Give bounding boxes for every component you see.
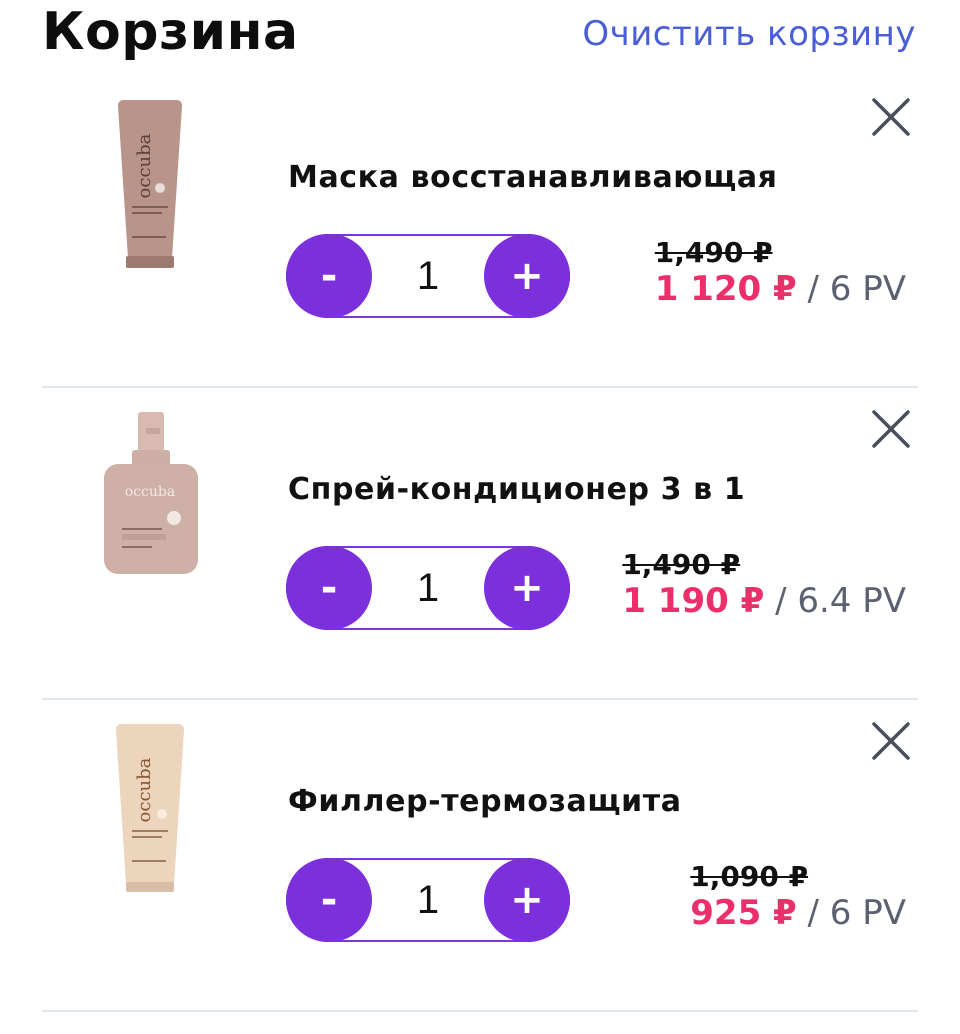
product-name: Филлер-термозащита xyxy=(288,784,682,819)
pv-value: / 6 PV xyxy=(796,893,906,933)
current-price: 925 ₽ xyxy=(690,893,797,933)
close-icon[interactable] xyxy=(868,94,914,140)
price-block: 1,490 ₽ 1 120 ₽ / 6 PV xyxy=(655,236,906,309)
price-block: 1,090 ₽ 925 ₽ / 6 PV xyxy=(690,860,906,933)
cart-item: occuba Филлер-термозащита - 1 + 1,090 ₽ … xyxy=(0,700,960,1012)
quantity-stepper: - 1 + xyxy=(286,546,570,630)
increase-button[interactable]: + xyxy=(484,858,570,942)
pv-value: / 6 PV xyxy=(796,269,906,309)
clear-cart-link[interactable]: Очистить корзину xyxy=(582,14,916,54)
brand-logo: occuba xyxy=(134,133,155,198)
old-price: 1,090 ₽ xyxy=(690,860,809,893)
cart-header: Корзина Очистить корзину xyxy=(0,0,960,80)
pv-value: / 6.4 PV xyxy=(764,581,906,621)
quantity-value: 1 xyxy=(416,565,440,610)
page-title: Корзина xyxy=(42,2,299,62)
increase-button[interactable]: + xyxy=(484,234,570,318)
current-price: 1 190 ₽ xyxy=(622,581,765,621)
product-image: occuba xyxy=(116,724,184,892)
close-icon[interactable] xyxy=(868,718,914,764)
divider xyxy=(42,1010,918,1012)
cart-item: occuba Спрей-кондиционер 3 в 1 - 1 + 1,4… xyxy=(0,388,960,700)
product-name: Маска восстанавливающая xyxy=(288,160,778,195)
product-name: Спрей-кондиционер 3 в 1 xyxy=(288,472,746,507)
product-image: occuba xyxy=(118,100,182,268)
current-price: 1 120 ₽ xyxy=(654,269,797,309)
brand-logo: occuba xyxy=(125,484,175,500)
product-image: occuba xyxy=(104,412,198,574)
old-price: 1,490 ₽ xyxy=(622,548,741,581)
brand-logo: occuba xyxy=(134,757,155,822)
quantity-value: 1 xyxy=(416,253,440,298)
quantity-stepper: - 1 + xyxy=(286,234,570,318)
decrease-button[interactable]: - xyxy=(286,234,372,318)
cart-item: occuba Маска восстанавливающая - 1 + 1,4… xyxy=(0,76,960,388)
price-block: 1,490 ₽ 1 190 ₽ / 6.4 PV xyxy=(622,548,906,621)
quantity-value: 1 xyxy=(416,877,440,922)
decrease-button[interactable]: - xyxy=(286,546,372,630)
increase-button[interactable]: + xyxy=(484,546,570,630)
decrease-button[interactable]: - xyxy=(286,858,372,942)
quantity-stepper: - 1 + xyxy=(286,858,570,942)
old-price: 1,490 ₽ xyxy=(654,236,773,269)
close-icon[interactable] xyxy=(868,406,914,452)
